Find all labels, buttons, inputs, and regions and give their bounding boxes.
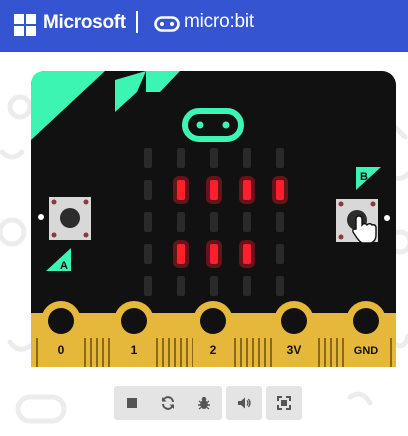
- connector-strip: [174, 338, 176, 367]
- toolbar-main-group: [114, 386, 222, 420]
- microsoft-logo-icon: [14, 14, 36, 36]
- led-on: [243, 244, 251, 264]
- product-name: micro:bit: [184, 11, 254, 32]
- pin-2[interactable]: 2: [193, 301, 233, 367]
- fullscreen-icon: [277, 396, 291, 410]
- connector-strip: [246, 338, 248, 367]
- brand-name: Microsoft: [43, 12, 126, 33]
- connector-strip: [90, 338, 92, 367]
- led-off: [243, 276, 251, 296]
- connector-strip: [252, 338, 254, 367]
- connector-strip: [342, 338, 344, 367]
- led-on: [177, 180, 185, 200]
- led-off: [276, 212, 284, 232]
- led-off: [243, 148, 251, 168]
- led-off: [177, 212, 185, 232]
- board-logo-eye: [196, 121, 204, 129]
- button-b-label: B: [360, 171, 368, 183]
- button-a-label: A: [60, 260, 68, 272]
- led-off: [276, 244, 284, 264]
- connector-strip: [186, 338, 188, 367]
- connector-strip: [264, 338, 266, 367]
- led-off: [144, 244, 152, 264]
- microbit-board: A B 0 1 2 3V GND: [31, 71, 396, 367]
- button-b-dot: [384, 215, 390, 221]
- connector-strip: [234, 338, 236, 367]
- connector-strip: [84, 338, 86, 367]
- button-a-dot: [38, 214, 44, 220]
- led-off: [243, 212, 251, 232]
- led-on: [210, 180, 218, 200]
- led-off: [276, 276, 284, 296]
- connector-strip: [156, 338, 158, 367]
- connector-strip: [96, 338, 98, 367]
- bug-icon: [198, 396, 210, 410]
- connector-strip: [270, 338, 272, 367]
- led-off: [144, 148, 152, 168]
- connector-strip: [324, 338, 326, 367]
- header-divider: [136, 11, 138, 33]
- connector-strip: [162, 338, 164, 367]
- connector-strip: [36, 338, 38, 367]
- microbit-logo-icon: [154, 16, 180, 32]
- debug-button[interactable]: [186, 386, 222, 420]
- stop-button[interactable]: [114, 386, 150, 420]
- toolbar-view-group: [266, 386, 302, 420]
- connector-strip: [168, 338, 170, 367]
- led-off: [210, 212, 218, 232]
- pin-1[interactable]: 1: [114, 301, 154, 367]
- connector-strip: [330, 338, 332, 367]
- pin-0[interactable]: 0: [41, 301, 81, 367]
- led-off: [144, 276, 152, 296]
- microbit-simulator: A B 0 1 2 3V GND: [0, 52, 408, 431]
- pin-label: 2: [210, 343, 217, 357]
- pin-label: 0: [58, 343, 65, 357]
- led-on: [210, 244, 218, 264]
- restart-icon: [162, 396, 174, 410]
- connector-strip: [318, 338, 320, 367]
- speaker-icon: [238, 397, 251, 409]
- restart-button[interactable]: [150, 386, 186, 420]
- connector-strip: [336, 338, 338, 367]
- led-off: [144, 212, 152, 232]
- connector-strip: [102, 338, 104, 367]
- led-off: [210, 148, 218, 168]
- connector-strip: [390, 338, 392, 367]
- pin-label: 1: [131, 343, 138, 357]
- toolbar-audio-group: [226, 386, 262, 420]
- connector-strip: [258, 338, 260, 367]
- led-off: [210, 276, 218, 296]
- pin-label: GND: [354, 345, 379, 357]
- stop-icon: [127, 398, 137, 408]
- board-logo-eye: [222, 121, 230, 129]
- led-off: [177, 276, 185, 296]
- button-a[interactable]: [49, 197, 91, 240]
- mute-button[interactable]: [226, 386, 262, 420]
- led-off: [144, 180, 152, 200]
- led-on: [177, 244, 185, 264]
- pin-3v[interactable]: 3V: [274, 301, 314, 367]
- connector-strip: [240, 338, 242, 367]
- pin-gnd[interactable]: GND: [346, 301, 386, 367]
- led-on: [276, 180, 284, 200]
- simulator-toolbar: [114, 386, 302, 420]
- connector-strip: [180, 338, 182, 367]
- header-bar: Microsoft micro:bit: [0, 0, 408, 52]
- led-on: [243, 180, 251, 200]
- fullscreen-button[interactable]: [266, 386, 302, 420]
- pin-label: 3V: [287, 343, 302, 357]
- led-off: [276, 148, 284, 168]
- connector-strip: [108, 338, 110, 367]
- led-off: [177, 148, 185, 168]
